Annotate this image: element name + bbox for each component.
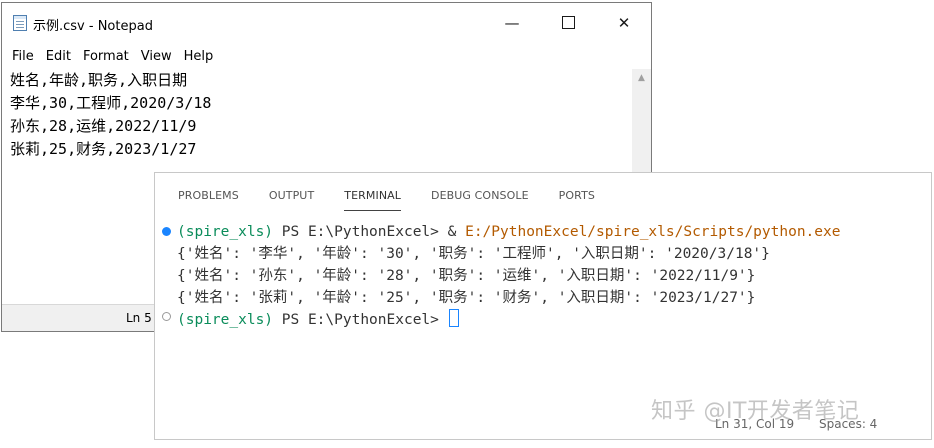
notepad-menu-bar: File Edit Format View Help (2, 47, 218, 67)
prompt-text: PS E:\PythonExcel> (273, 312, 448, 328)
prompt-text: PS E:\PythonExcel> & (273, 224, 466, 240)
maximize-icon (561, 15, 575, 29)
python-path: E:/PythonExcel/spire_xls/Scripts/python.… (465, 224, 841, 240)
menu-format[interactable]: Format (76, 47, 134, 67)
command-line: (spire_xls) PS E:\PythonExcel> & E:/Pyth… (177, 221, 840, 243)
notepad-title-bar[interactable]: 示例.csv - Notepad — ✕ (2, 3, 651, 43)
text-line: 姓名,年龄,职务,入职日期 (10, 71, 188, 89)
tab-problems[interactable]: PROBLEMS (178, 173, 239, 209)
command-status-dot-icon[interactable] (162, 227, 171, 236)
close-button[interactable]: ✕ (596, 3, 652, 43)
tab-terminal[interactable]: TERMINAL (344, 173, 401, 211)
prompt-line: (spire_xls) PS E:\PythonExcel> (177, 309, 459, 331)
output-line: {'姓名': '孙东', '年龄': '28', '职务': '运维', '入职… (177, 268, 756, 284)
notepad-app-icon (13, 15, 27, 31)
menu-edit[interactable]: Edit (39, 47, 76, 67)
maximize-button[interactable] (540, 3, 596, 43)
tab-output[interactable]: OUTPUT (269, 173, 314, 209)
watermark: 知乎 @IT开发者笔记 (651, 399, 860, 424)
output-line: {'姓名': '张莉', '年龄': '25', '职务': '财务', '入职… (177, 290, 756, 306)
text-line: 张莉,25,财务,2023/1/27 (10, 140, 197, 158)
close-icon: ✕ (617, 14, 631, 32)
minimize-icon: — (504, 14, 520, 32)
menu-view[interactable]: View (134, 47, 177, 67)
output-line: {'姓名': '李华', '年龄': '30', '职务': '工程师', '入… (177, 246, 770, 262)
menu-help[interactable]: Help (177, 47, 219, 67)
prompt-status-dot-icon[interactable] (162, 312, 171, 321)
panel-tabs: PROBLEMS OUTPUT TERMINAL DEBUG CONSOLE P… (155, 173, 601, 211)
text-line: 李华,30,工程师,2020/3/18 (10, 94, 212, 112)
menu-file[interactable]: File (2, 47, 39, 67)
scroll-up-icon[interactable]: ▲ (632, 73, 651, 83)
text-line: 孙东,28,运维,2022/11/9 (10, 117, 197, 135)
minimize-button[interactable]: — (484, 3, 540, 43)
env-name: (spire_xls) (177, 224, 274, 240)
tab-debug-console[interactable]: DEBUG CONSOLE (431, 173, 529, 209)
env-name: (spire_xls) (177, 312, 274, 328)
terminal-cursor (448, 309, 459, 327)
notepad-title: 示例.csv - Notepad (33, 19, 153, 34)
tab-ports[interactable]: PORTS (559, 173, 595, 209)
cursor-position: Ln 5 (126, 311, 152, 325)
